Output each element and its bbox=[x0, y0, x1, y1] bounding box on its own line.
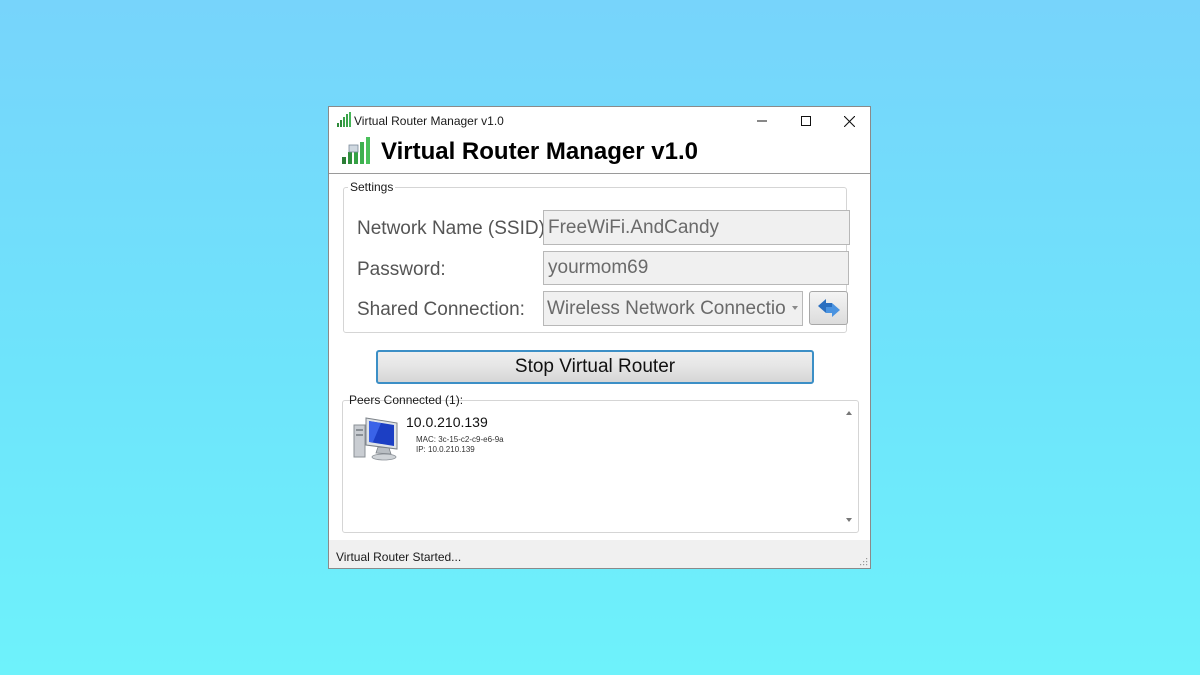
close-button[interactable] bbox=[827, 107, 871, 135]
peer-mac: MAC: 3c-15-c2-c9-e6-9a bbox=[416, 435, 504, 444]
window-title: Virtual Router Manager v1.0 bbox=[354, 114, 504, 128]
computer-icon bbox=[353, 417, 398, 461]
maximize-icon bbox=[801, 116, 811, 126]
title-bar[interactable]: Virtual Router Manager v1.0 bbox=[329, 107, 870, 135]
maximize-button[interactable] bbox=[784, 107, 828, 135]
app-window: Virtual Router Manager v1.0 Virtual Rout… bbox=[328, 106, 871, 569]
peers-label: Peers Connected (1): bbox=[349, 393, 464, 407]
scrollbar[interactable] bbox=[842, 405, 856, 530]
signal-bars-icon bbox=[337, 112, 351, 127]
ssid-label: Network Name (SSID): bbox=[357, 218, 551, 239]
shared-connection-value: Wireless Network Connection bbox=[547, 297, 785, 319]
chevron-down-icon bbox=[792, 306, 798, 310]
stop-router-button[interactable]: Stop Virtual Router bbox=[376, 350, 814, 384]
peer-name: 10.0.210.139 bbox=[406, 414, 488, 430]
shared-connection-select[interactable]: Wireless Network Connection bbox=[543, 291, 803, 326]
refresh-arrows-icon bbox=[817, 299, 840, 317]
resize-grip-icon[interactable] bbox=[858, 556, 868, 566]
page-title: Virtual Router Manager v1.0 bbox=[381, 138, 698, 165]
minimize-icon bbox=[757, 120, 767, 122]
peers-list[interactable]: 10.0.210.139 MAC: 3c-15-c2-c9-e6-9a IP: … bbox=[342, 400, 859, 533]
password-input[interactable] bbox=[543, 251, 849, 285]
peer-ip: IP: 10.0.210.139 bbox=[416, 445, 475, 454]
shared-connection-label: Shared Connection: bbox=[357, 299, 525, 320]
signal-bars-icon bbox=[342, 137, 370, 164]
refresh-connections-button[interactable] bbox=[809, 291, 848, 325]
status-bar: Virtual Router Started... bbox=[329, 540, 870, 568]
password-label: Password: bbox=[357, 259, 446, 280]
close-icon bbox=[843, 115, 855, 127]
scroll-down-icon[interactable] bbox=[846, 518, 852, 522]
scroll-up-icon[interactable] bbox=[846, 411, 852, 415]
minimize-button[interactable] bbox=[740, 107, 784, 135]
ssid-input[interactable] bbox=[543, 210, 850, 245]
settings-legend: Settings bbox=[350, 180, 394, 194]
list-item[interactable]: 10.0.210.139 MAC: 3c-15-c2-c9-e6-9a IP: … bbox=[353, 407, 833, 463]
status-text: Virtual Router Started... bbox=[336, 550, 462, 564]
app-header: Virtual Router Manager v1.0 bbox=[329, 135, 870, 174]
